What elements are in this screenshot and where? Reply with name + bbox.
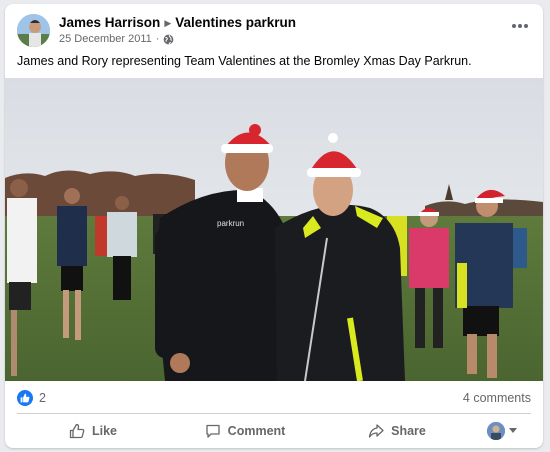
svg-text:parkrun: parkrun (217, 219, 244, 228)
like-label: Like (91, 424, 117, 438)
meta-separator: · (155, 33, 160, 45)
author-name[interactable]: James Harrison (59, 15, 160, 30)
post-caption: James and Rory representing Team Valenti… (17, 54, 472, 68)
like-button[interactable]: Like (17, 416, 169, 446)
group-name[interactable]: Valentines parkrun (175, 15, 296, 30)
caret-down-icon (509, 428, 517, 433)
author-avatar[interactable] (17, 14, 50, 47)
more-options-icon[interactable] (509, 18, 531, 34)
share-label: Share (391, 424, 426, 438)
actions-divider (17, 413, 531, 414)
globe-icon (164, 34, 174, 44)
avatar-image (17, 14, 50, 47)
like-reaction-icon[interactable] (17, 390, 33, 406)
triangle-right-icon: ▶ (164, 18, 172, 28)
comment-button[interactable]: Comment (169, 416, 321, 446)
comment-label: Comment (227, 424, 286, 438)
post-header: James Harrison ▶ Valentines parkrun 25 Dec… (17, 14, 531, 50)
reaction-count[interactable]: 2 (39, 391, 46, 405)
react-as-selector[interactable] (473, 416, 531, 446)
post-date[interactable]: 25 December 2011 (59, 33, 152, 45)
post-actions: Like Comment Share (17, 416, 531, 446)
profile-avatar-icon (487, 422, 505, 440)
post-meta: 25 December 2011 · (59, 33, 174, 45)
thumbs-up-icon (69, 423, 85, 439)
post-photo[interactable]: parkrun (5, 78, 543, 381)
comments-count[interactable]: 4 comments (463, 391, 531, 405)
share-button[interactable]: Share (321, 416, 473, 446)
author-line: James Harrison ▶ Valentines parkrun (59, 15, 296, 30)
share-icon (368, 424, 384, 438)
post-card: James Harrison ▶ Valentines parkrun 25 Dec… (5, 4, 543, 448)
reactions-bar: 2 4 comments (17, 390, 531, 408)
comment-icon (206, 424, 220, 438)
thumbs-up-glyph (20, 393, 30, 403)
parkrun-photo: parkrun (5, 78, 543, 381)
